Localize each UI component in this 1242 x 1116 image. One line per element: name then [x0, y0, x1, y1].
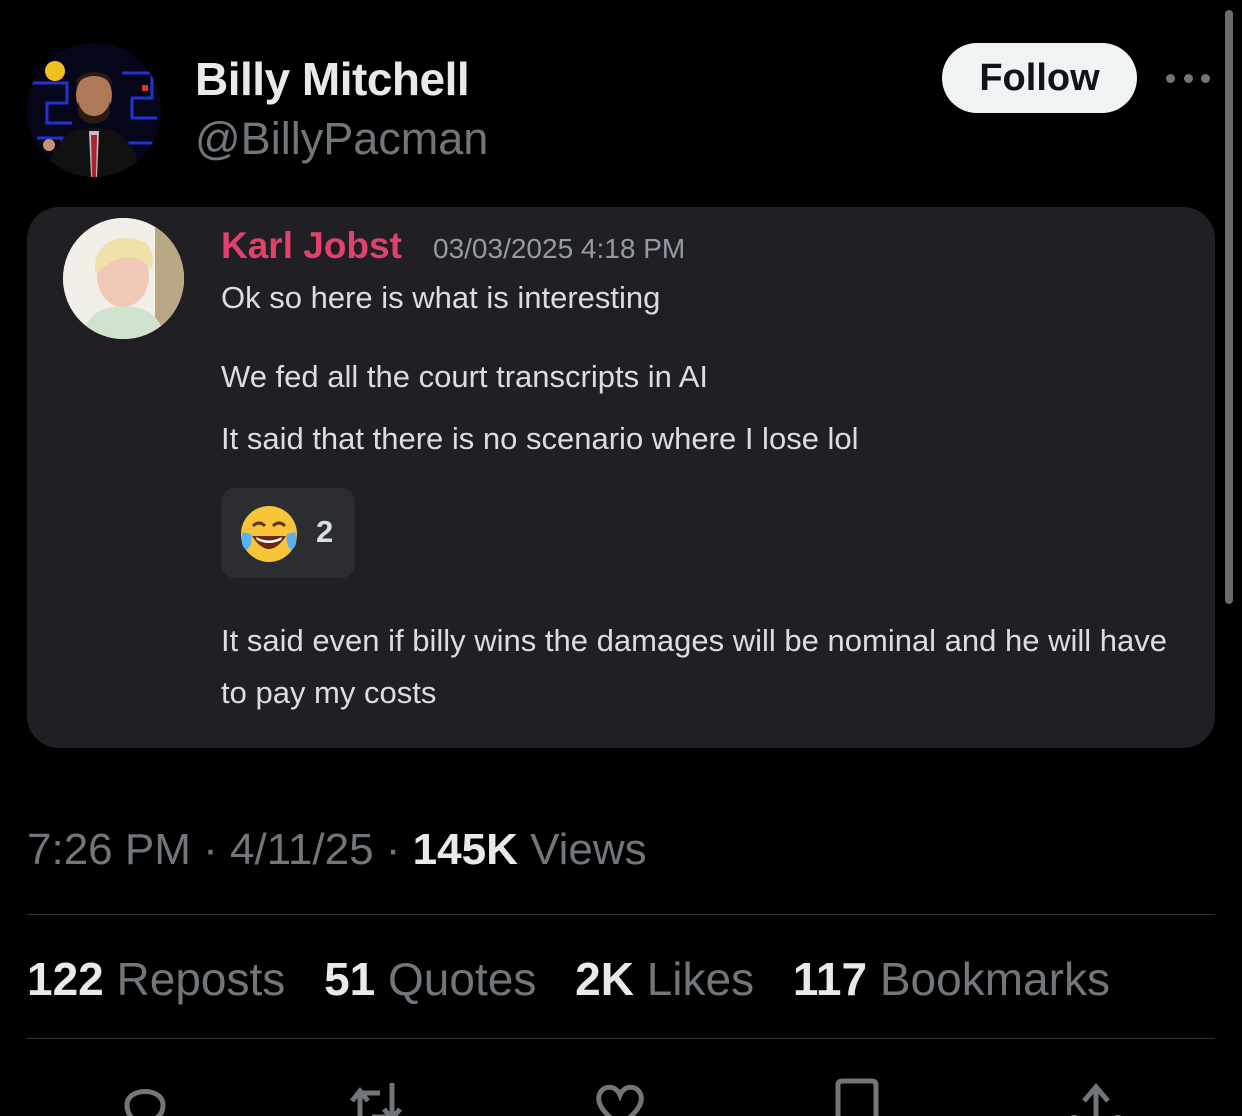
separator: ·: [203, 825, 218, 874]
reaction-badge: 2: [221, 488, 355, 578]
like-icon[interactable]: [590, 1075, 650, 1116]
embedded-message-image[interactable]: Karl Jobst 03/03/2025 4:18 PM Ok so here…: [27, 207, 1215, 748]
message-line: We fed all the court transcripts in AI: [221, 359, 709, 394]
divider: [27, 1038, 1215, 1039]
scrollbar[interactable]: [1225, 10, 1233, 604]
reposts-stat[interactable]: 122 Reposts: [27, 953, 285, 1005]
separator: ·: [385, 825, 401, 874]
message-author-name: Karl Jobst: [221, 225, 402, 266]
reply-icon[interactable]: [115, 1075, 175, 1116]
reaction-count: 2: [316, 514, 334, 549]
tweet-detail: Billy Mitchell @BillyPacman Follow Karl …: [0, 0, 1242, 1116]
author-display-name[interactable]: Billy Mitchell: [195, 52, 470, 106]
face-with-tears-of-joy-icon: [241, 506, 297, 562]
message-line: It said even if billy wins the damages w…: [221, 623, 1167, 710]
tweet-meta: 7:26 PM · 4/11/25 · 145K Views: [27, 825, 647, 875]
share-icon[interactable]: [1066, 1075, 1126, 1116]
divider: [27, 914, 1215, 915]
bookmarks-stat[interactable]: 117 Bookmarks: [793, 953, 1110, 1005]
likes-stat[interactable]: 2K Likes: [575, 953, 754, 1005]
follow-button[interactable]: Follow: [942, 43, 1137, 113]
message-line: Ok so here is what is interesting: [221, 280, 661, 315]
message-author-avatar: [63, 218, 184, 339]
quotes-stat[interactable]: 51 Quotes: [324, 953, 536, 1005]
tweet-time[interactable]: 7:26 PM: [27, 825, 191, 874]
views-label: Views: [530, 825, 647, 874]
message-timestamp: 03/03/2025 4:18 PM: [433, 233, 686, 264]
author-avatar[interactable]: [27, 43, 161, 177]
message-line: It said that there is no scenario where …: [221, 421, 859, 456]
tweet-date[interactable]: 4/11/25: [230, 825, 374, 874]
author-handle[interactable]: @BillyPacman: [195, 113, 488, 165]
more-options-icon[interactable]: [1166, 70, 1210, 86]
repost-icon[interactable]: [346, 1075, 406, 1116]
bookmark-icon[interactable]: [828, 1075, 888, 1116]
views-count: 145K: [412, 825, 518, 874]
engagement-stats: 122 Reposts 51 Quotes 2K Likes 117 Bookm…: [27, 952, 1136, 1006]
